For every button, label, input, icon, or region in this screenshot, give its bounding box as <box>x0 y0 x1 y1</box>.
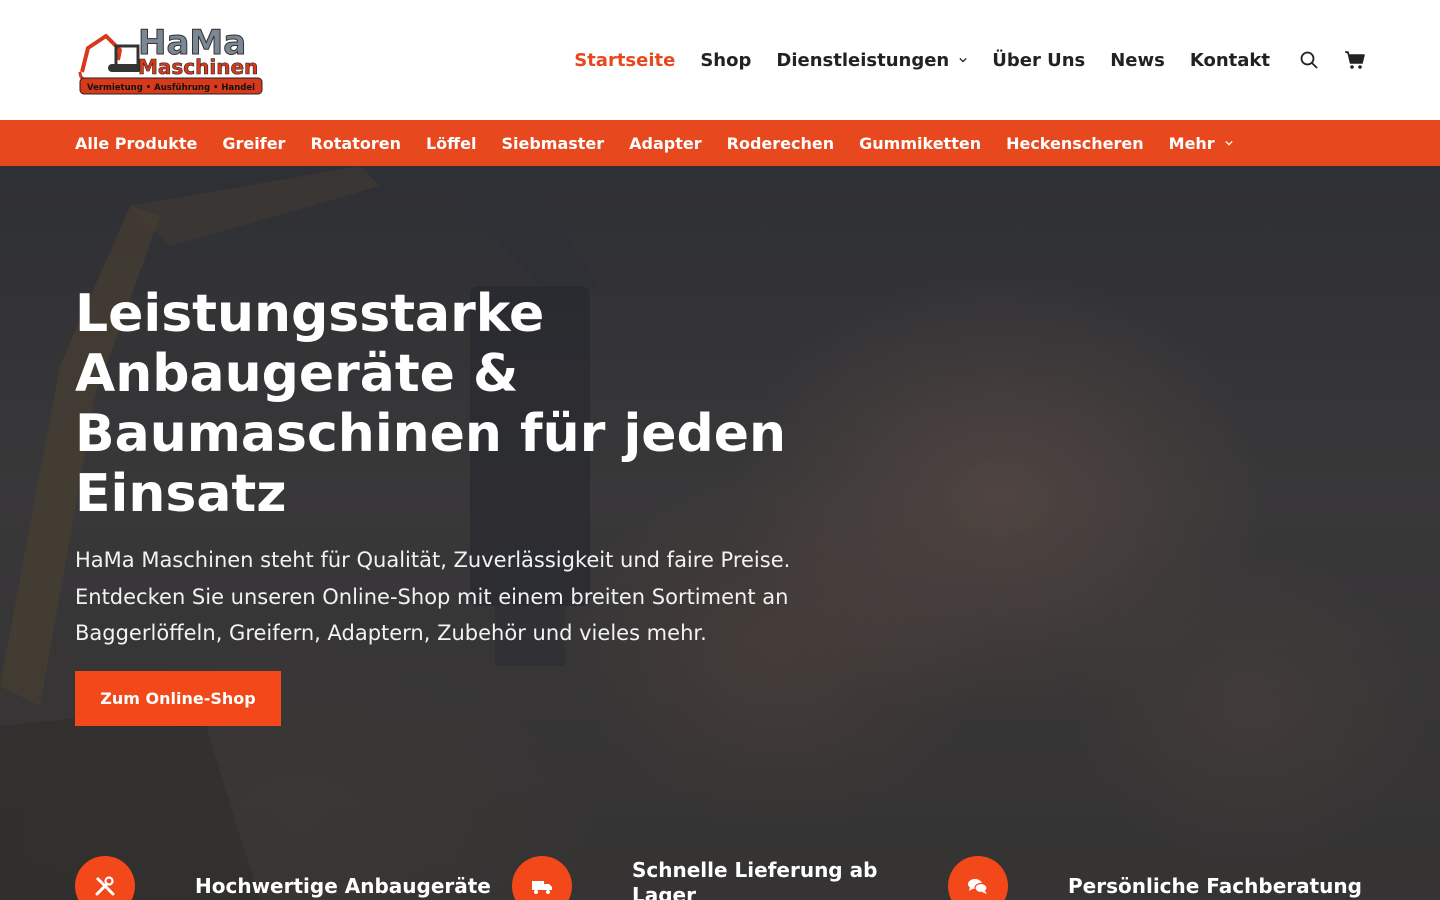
nav-item-shop[interactable]: Shop <box>700 50 751 71</box>
nav-item-kontakt[interactable]: Kontakt <box>1190 50 1270 71</box>
feature-delivery: Schnelle Lieferung ab Lager <box>512 856 892 900</box>
category-siebmaster[interactable]: Siebmaster <box>501 134 604 153</box>
category-alle-produkte[interactable]: Alle Produkte <box>75 134 197 153</box>
hero-overlay <box>0 166 1440 900</box>
nav-item-startseite[interactable]: Startseite <box>574 50 675 71</box>
hero-section: Leistungsstarke Anbaugeräte & Baumaschin… <box>0 166 1440 900</box>
category-greifer[interactable]: Greifer <box>222 134 285 153</box>
category-mehr[interactable]: Mehr <box>1169 134 1233 153</box>
nav-item-dienstleistungen-label: Dienstleistungen <box>776 49 950 71</box>
nav-item-ueber-uns[interactable]: Über Uns <box>992 50 1085 71</box>
hero-title: Leistungsstarke Anbaugeräte & Baumaschin… <box>75 284 787 524</box>
feature-title: Hochwertige Anbaugeräte <box>195 874 491 898</box>
chevron-down-icon <box>1225 140 1233 146</box>
logo-tagline: Vermietung • Ausführung • Handel <box>87 83 255 93</box>
chat-icon <box>948 856 1008 900</box>
main-navigation: Startseite Shop Dienstleistungen Über Un… <box>549 0 1270 120</box>
category-rotatoren[interactable]: Rotatoren <box>310 134 401 153</box>
truck-icon <box>512 856 572 900</box>
category-navigation: Alle Produkte Greifer Rotatoren Löffel S… <box>0 120 1440 166</box>
category-roderechen[interactable]: Roderechen <box>727 134 834 153</box>
category-loeffel[interactable]: Löffel <box>426 134 476 153</box>
category-adapter[interactable]: Adapter <box>629 134 701 153</box>
category-heckenscheren[interactable]: Heckenscheren <box>1006 134 1144 153</box>
nav-item-dienstleistungen[interactable]: Dienstleistungen <box>776 50 967 71</box>
chevron-down-icon <box>959 57 967 63</box>
feature-title: Schnelle Lieferung ab Lager <box>632 858 878 900</box>
search-icon[interactable] <box>1299 50 1319 70</box>
logo-graphic: HaMa Maschinen Vermietung • Ausführung •… <box>78 23 263 95</box>
tools-icon <box>75 856 135 900</box>
cart-icon[interactable] <box>1344 49 1366 71</box>
feature-consulting: Persönliche Fachberatung <box>948 856 1388 900</box>
site-header: HaMa Maschinen Vermietung • Ausführung •… <box>0 0 1440 120</box>
feature-quality: Hochwertige Anbaugeräte <box>75 856 495 900</box>
logo-text-maschinen: Maschinen <box>138 55 258 79</box>
nav-item-news[interactable]: News <box>1110 50 1165 71</box>
category-mehr-label: Mehr <box>1168 133 1215 153</box>
feature-title: Persönliche Fachberatung <box>1068 874 1362 898</box>
online-shop-button[interactable]: Zum Online-Shop <box>75 671 281 726</box>
hero-description: HaMa Maschinen steht für Qualität, Zuver… <box>75 548 791 645</box>
category-gummiketten[interactable]: Gummiketten <box>859 134 981 153</box>
site-logo[interactable]: HaMa Maschinen Vermietung • Ausführung •… <box>78 20 264 98</box>
